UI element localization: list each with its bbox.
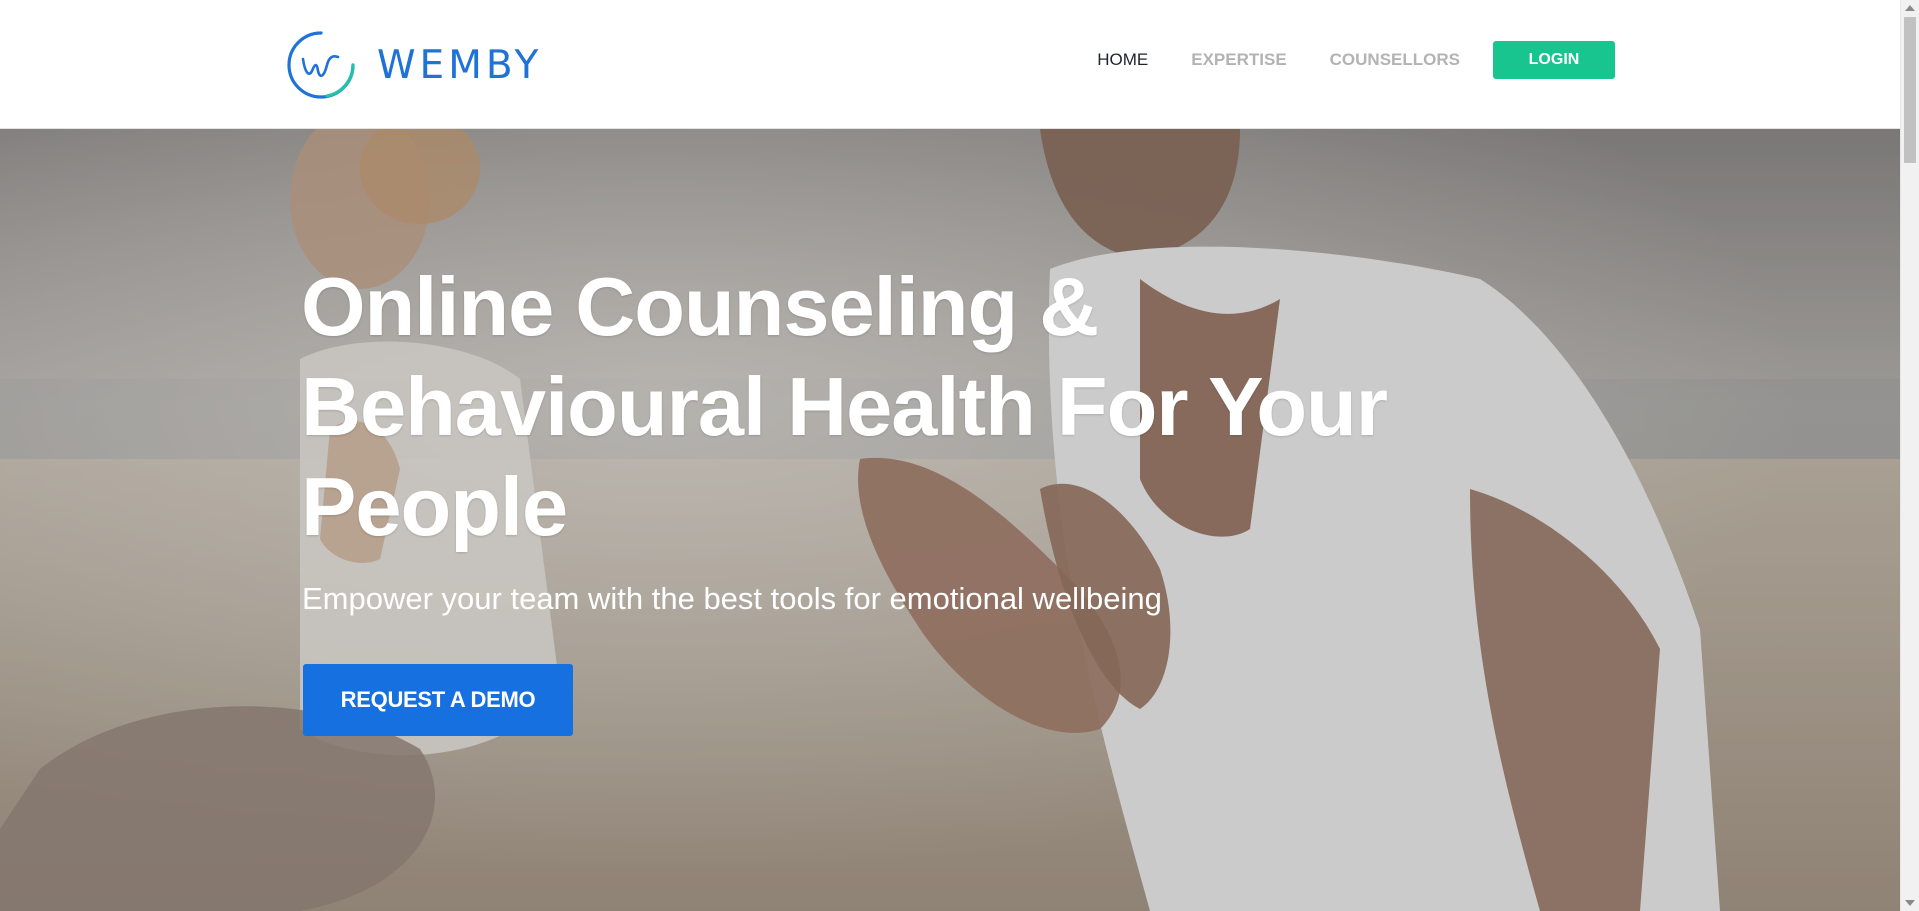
- hero-title: Online Counseling & Behavioural Health F…: [301, 260, 1388, 553]
- nav-expertise-link[interactable]: EXPERTISE: [1191, 50, 1286, 70]
- hero-section: Online Counseling & Behavioural Health F…: [0, 129, 1900, 911]
- scroll-down-icon[interactable]: [1905, 900, 1915, 906]
- page-scrollbar[interactable]: [1900, 0, 1919, 911]
- brand-logo-link[interactable]: WEMBY: [283, 27, 542, 103]
- brand-name: WEMBY: [377, 42, 543, 88]
- login-button[interactable]: LOGIN: [1493, 41, 1615, 79]
- wemby-logo-icon: [287, 31, 355, 99]
- site-header: WEMBY HOME EXPERTISE COUNSELLORS LOGIN: [0, 0, 1900, 129]
- nav-counsellors-link[interactable]: COUNSELLORS: [1330, 50, 1460, 70]
- nav-home-link[interactable]: HOME: [1097, 50, 1148, 70]
- scrollbar-thumb[interactable]: [1904, 17, 1916, 163]
- request-demo-button[interactable]: REQUEST A DEMO: [303, 664, 573, 736]
- main-nav: HOME EXPERTISE COUNSELLORS LOGIN: [1054, 41, 1615, 79]
- page: WEMBY HOME EXPERTISE COUNSELLORS LOGIN O…: [0, 0, 1900, 911]
- scroll-up-icon[interactable]: [1905, 5, 1915, 11]
- hero-subtitle: Empower your team with the best tools fo…: [302, 581, 1162, 616]
